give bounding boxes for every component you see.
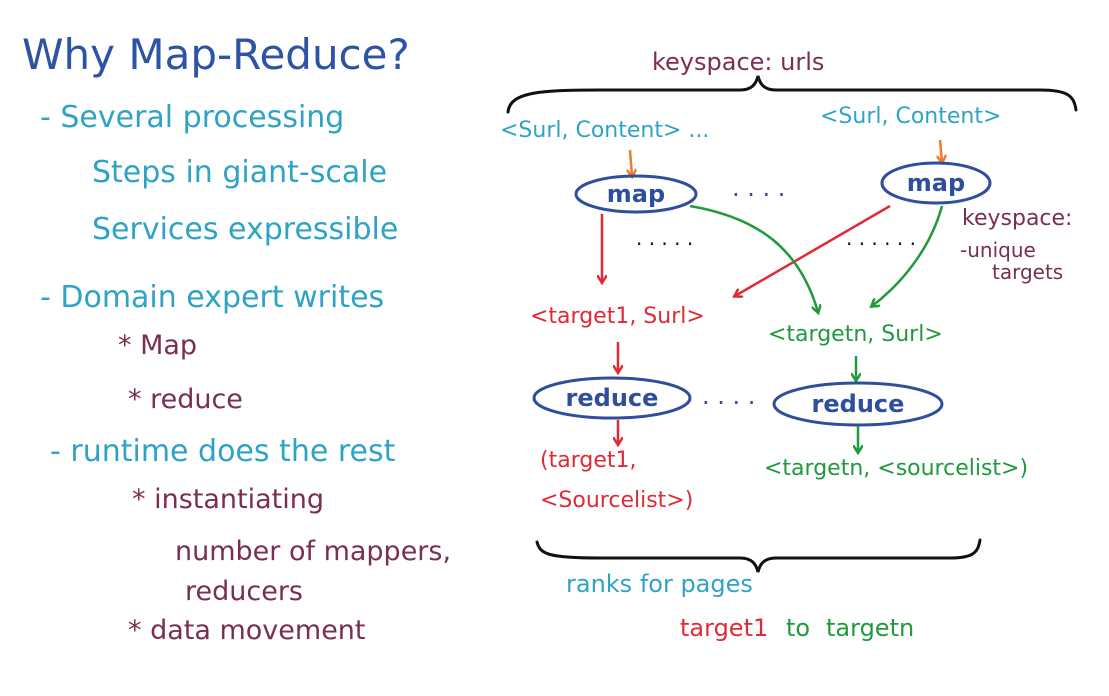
keyspace-side-label: keyspace: xyxy=(962,206,1073,231)
map-right-label: map xyxy=(906,169,966,197)
reduce-right-label: reduce xyxy=(811,390,905,418)
bottom-target-end: targetn xyxy=(826,614,915,642)
input-arrow-left xyxy=(630,149,632,176)
keyspace-top-label: keyspace: urls xyxy=(652,48,825,76)
input-pair-left: <Surl, Content> ... xyxy=(500,118,710,143)
bottom-brace xyxy=(535,538,982,573)
input-pair-right: <Surl, Content> xyxy=(820,104,1002,129)
pair-target1: <target1, Surl> xyxy=(530,304,705,329)
output-left-line-2: <Sourcelist>) xyxy=(540,488,694,513)
map-right-to-target1-arrow xyxy=(735,204,891,296)
input-arrow-right xyxy=(940,139,942,162)
keyspace-side-line-2: -unique xyxy=(960,238,1036,262)
output-left-line-1: (target1, xyxy=(540,448,637,473)
pair-targetn: <targetn, Surl> xyxy=(768,322,943,347)
bottom-target-start: target1 xyxy=(680,614,769,642)
keyspace-side-line-3: targets xyxy=(992,260,1064,284)
map-right-to-targetn-arrow xyxy=(872,205,944,306)
mid-dots-left: . . . . . xyxy=(636,226,694,250)
mid-dots-right: . . . . . . xyxy=(846,226,916,250)
reduce-ellipsis: . . . . xyxy=(702,382,756,410)
bottom-caption: ranks for pages xyxy=(566,570,753,598)
reduce-left-label: reduce xyxy=(565,384,659,412)
output-right: <targetn, <sourcelist>) xyxy=(764,456,1029,481)
map-ellipsis: . . . . xyxy=(732,174,786,202)
map-left-label: map xyxy=(606,180,666,208)
bottom-to: to xyxy=(786,614,811,642)
